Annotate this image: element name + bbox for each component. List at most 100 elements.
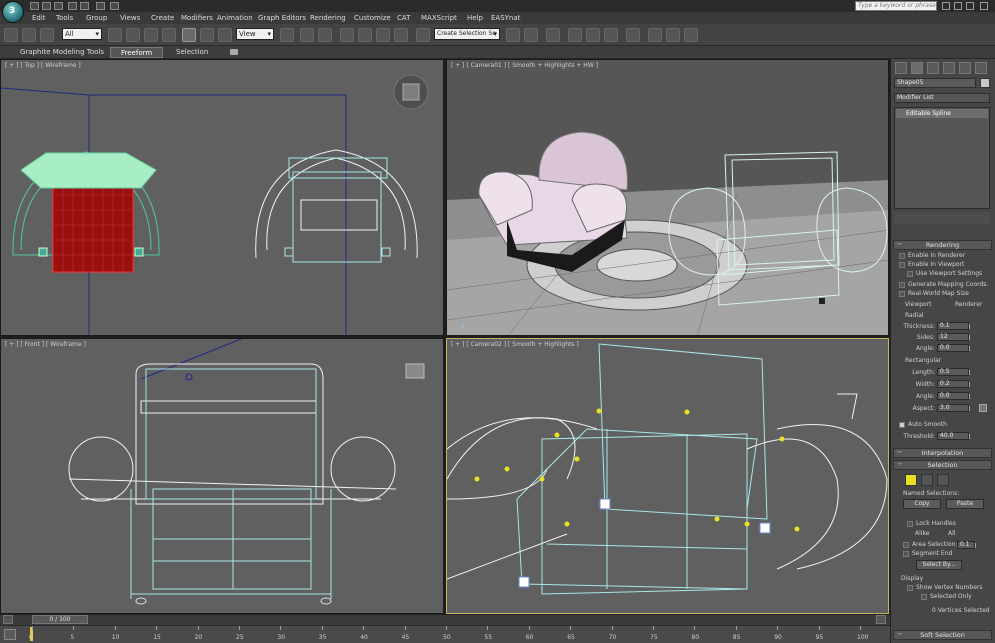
ribbon-options-icon[interactable]	[230, 49, 238, 55]
menu-rendering[interactable]: Rendering	[310, 14, 346, 22]
sides-spinner[interactable]: 12	[937, 333, 970, 341]
alike-radio[interactable]: Alike	[915, 530, 929, 537]
edit-named-selection-icon[interactable]	[416, 28, 430, 42]
selection-rollout[interactable]: Selection	[893, 460, 992, 470]
select-by-button[interactable]: Select By...	[916, 560, 962, 570]
rendering-rollout[interactable]: Rendering	[893, 240, 992, 250]
unlink-icon[interactable]	[40, 28, 54, 42]
area-selection-checkbox[interactable]	[903, 542, 909, 548]
aspect-spinner[interactable]: 3.0	[937, 404, 970, 412]
undo-icon[interactable]	[68, 2, 77, 10]
menu-maxscript[interactable]: MAXScript	[421, 14, 457, 22]
lock-aspect-icon[interactable]	[979, 404, 987, 412]
time-next-icon[interactable]	[876, 615, 886, 624]
schematic-view-icon[interactable]	[604, 28, 618, 42]
time-slider[interactable]: 0 / 100	[32, 615, 88, 624]
info-icon[interactable]	[980, 2, 988, 10]
named-selection-dropdown[interactable]: Create Selection Se	[434, 28, 500, 40]
save-file-icon[interactable]	[54, 2, 63, 10]
renderer-radio[interactable]: Renderer	[955, 301, 982, 308]
move-icon[interactable]	[182, 28, 196, 42]
tab-selection[interactable]: Selection	[166, 47, 218, 58]
modifier-list-dropdown[interactable]: Modifier List	[894, 93, 990, 103]
menu-customize[interactable]: Customize	[354, 14, 391, 22]
all-radio[interactable]: All	[948, 530, 955, 537]
segment-end-checkbox[interactable]	[903, 551, 909, 557]
interpolation-rollout[interactable]: Interpolation	[893, 448, 992, 458]
align-icon[interactable]	[524, 28, 538, 42]
material-editor-icon[interactable]	[626, 28, 640, 42]
rendered-frame-icon[interactable]	[666, 28, 680, 42]
curve-editor-icon[interactable]	[586, 28, 600, 42]
menu-easynat[interactable]: EASYnat	[491, 14, 520, 22]
length-spinner[interactable]: 0.5	[937, 368, 970, 376]
viewport-camera02[interactable]: [ + ] [ Camera02 ] [ Smooth + Highlights…	[446, 338, 889, 614]
viewport-top[interactable]: [ + ] [ Top ] [ Wireframe ]	[0, 59, 444, 336]
paste-button[interactable]: Paste	[946, 499, 984, 509]
search-icon[interactable]	[942, 2, 950, 10]
star-icon[interactable]	[966, 2, 974, 10]
render-production-icon[interactable]	[684, 28, 698, 42]
object-color-swatch[interactable]	[980, 78, 990, 88]
selected-only-checkbox[interactable]	[921, 594, 927, 600]
help-icon[interactable]	[954, 2, 962, 10]
vertex-mode-icon[interactable]	[905, 474, 917, 486]
viewport-radio[interactable]: Viewport	[905, 301, 932, 308]
tab-freeform[interactable]: Freeform	[110, 47, 164, 58]
link-icon[interactable]	[22, 28, 36, 42]
scale-icon[interactable]	[218, 28, 232, 42]
create-tab-icon[interactable]	[895, 62, 907, 74]
select-manipulate-icon[interactable]	[300, 28, 314, 42]
spinner-snap-icon[interactable]	[394, 28, 408, 42]
stack-item-editable-spline[interactable]: Editable Spline	[896, 109, 988, 118]
area-selection-spinner[interactable]: 0.1	[957, 541, 976, 549]
selection-filter-dropdown[interactable]: All	[62, 28, 102, 40]
utilities-tab-icon[interactable]	[975, 62, 987, 74]
lock-handles-checkbox[interactable]	[907, 521, 913, 527]
search-input[interactable]: Type a keyword or phrase	[855, 1, 937, 11]
menu-tools[interactable]: Tools	[56, 14, 73, 22]
use-viewport-settings-checkbox[interactable]	[907, 271, 913, 277]
render-setup-icon[interactable]	[648, 28, 662, 42]
track-bar[interactable]: 0 5 10 15 20 25 30 35 40 45 50 55 60 65 70 75 80 85 90 95 10…	[0, 625, 890, 643]
soft-selection-rollout[interactable]: Soft Selection	[893, 630, 992, 640]
rotate-icon[interactable]	[200, 28, 214, 42]
quick-access-dropdown-icon[interactable]	[110, 2, 119, 10]
rectangular-selection-icon[interactable]	[144, 28, 158, 42]
select-object-icon[interactable]	[108, 28, 122, 42]
viewport-front-label[interactable]: [ + ] [ Front ] [ Wireframe ]	[5, 341, 86, 348]
viewport-camera02-label[interactable]: [ + ] [ Camera02 ] [ Smooth + Highlights…	[451, 341, 579, 348]
layer-manager-icon[interactable]	[546, 28, 560, 42]
pivot-center-icon[interactable]	[280, 28, 294, 42]
auto-smooth-checkbox[interactable]	[899, 422, 905, 428]
menu-modifiers[interactable]: Modifiers	[181, 14, 213, 22]
segment-mode-icon[interactable]	[921, 474, 933, 486]
graphite-toggle-icon[interactable]	[568, 28, 582, 42]
ref-coord-dropdown[interactable]: View	[236, 28, 274, 40]
menu-create[interactable]: Create	[151, 14, 174, 22]
new-file-icon[interactable]	[30, 2, 39, 10]
redo-icon[interactable]	[80, 2, 89, 10]
gen-mapping-checkbox[interactable]	[899, 282, 905, 288]
menu-cat[interactable]: CAT	[397, 14, 410, 22]
trackbar-toggle-icon[interactable]	[4, 629, 16, 640]
select-by-name-icon[interactable]	[126, 28, 140, 42]
width-spinner[interactable]: 0.2	[937, 380, 970, 388]
menu-graph-editors[interactable]: Graph Editors	[258, 14, 306, 22]
threshold-spinner[interactable]: 40.0	[937, 432, 970, 440]
time-prev-icon[interactable]	[3, 615, 13, 624]
copy-button[interactable]: Copy	[903, 499, 941, 509]
menu-edit[interactable]: Edit	[32, 14, 46, 22]
rectangular-radio[interactable]: Rectangular	[905, 357, 941, 364]
object-name-field[interactable]: Shape05	[894, 78, 976, 88]
show-vertex-numbers-checkbox[interactable]	[907, 585, 913, 591]
open-file-icon[interactable]	[42, 2, 51, 10]
tab-graphite-modeling-tools[interactable]: Graphite Modeling Tools	[10, 47, 114, 58]
menu-views[interactable]: Views	[120, 14, 140, 22]
thickness-spinner[interactable]: 0.1	[937, 322, 970, 330]
motion-tab-icon[interactable]	[943, 62, 955, 74]
radial-radio[interactable]: Radial	[905, 312, 924, 319]
undo-tool-icon[interactable]	[4, 28, 18, 42]
menu-help[interactable]: Help	[467, 14, 483, 22]
project-folder-icon[interactable]	[96, 2, 105, 10]
